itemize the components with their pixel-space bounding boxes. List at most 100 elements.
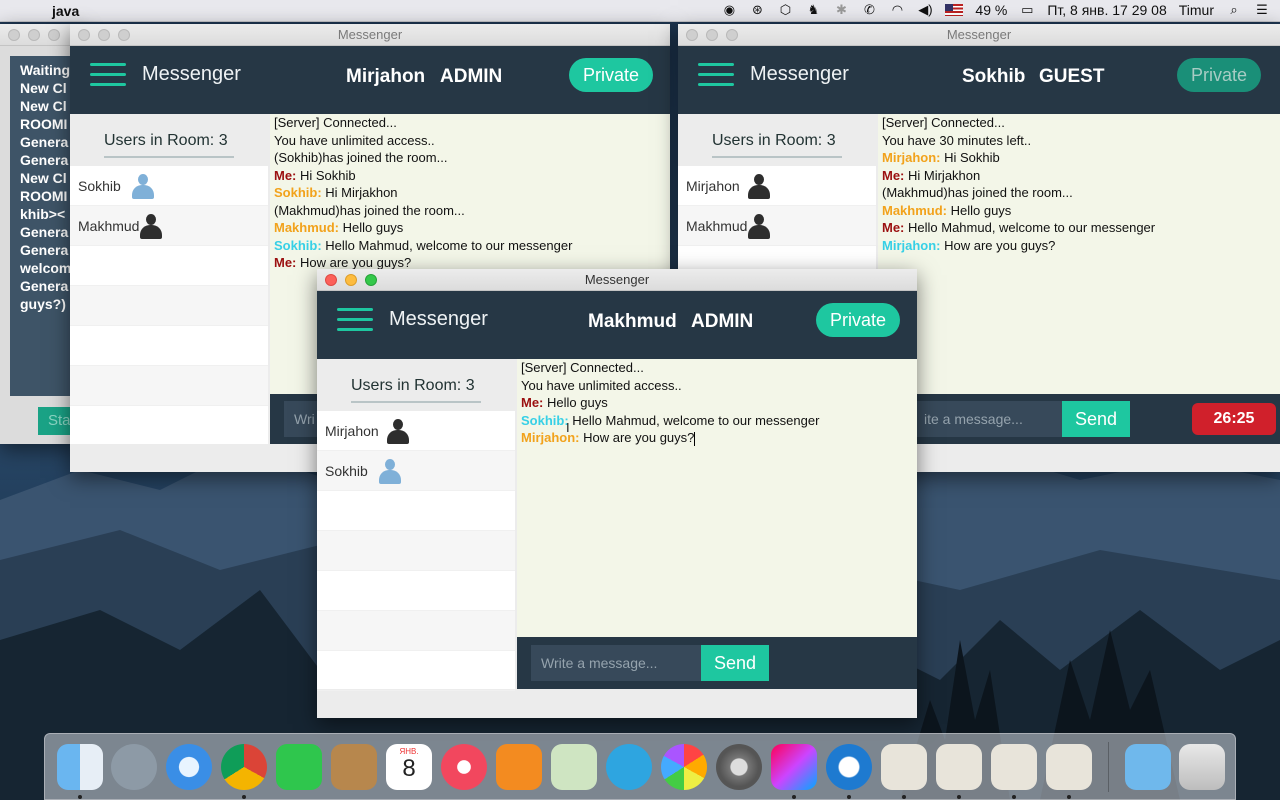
composer-bar: Write a message... Send (517, 637, 917, 689)
user-list-item[interactable]: Sokhib (317, 451, 515, 491)
close-icon[interactable] (325, 274, 337, 286)
chat-message: Sokhib: Hi Mirjakhon (274, 185, 398, 200)
chat-message: Mirjahon: Hi Sokhib (882, 150, 1000, 165)
telegram-icon[interactable] (606, 744, 652, 790)
search-icon[interactable]: ⌕ (1226, 3, 1242, 17)
itunes-icon[interactable] (441, 744, 487, 790)
menu-icon[interactable] (90, 63, 126, 89)
zoom-icon[interactable] (118, 29, 130, 41)
console-line: ROOMI (20, 116, 68, 132)
console-line: Genera (20, 242, 69, 258)
console-titlebar (0, 24, 80, 46)
java-app-icon[interactable] (991, 744, 1037, 790)
minimize-icon[interactable] (706, 29, 718, 41)
battery-percent[interactable]: 49 % (975, 2, 1007, 18)
dock-divider (1108, 742, 1109, 792)
zoom-icon[interactable] (726, 29, 738, 41)
private-button[interactable]: Private (569, 58, 653, 92)
user-list-empty-row (317, 611, 515, 651)
private-button[interactable]: Private (816, 303, 900, 337)
safari-icon[interactable] (166, 744, 212, 790)
minimize-icon[interactable] (345, 274, 357, 286)
text-cursor-icon: I (566, 420, 570, 435)
message-input[interactable]: ite a message... (914, 401, 1062, 437)
chat-message: (Makhmud)has joined the room... (882, 185, 1073, 200)
chat-message: Sokhib: Hello Mahmud, welcome to our mes… (521, 412, 820, 428)
current-user-name: Sokhib (962, 66, 1026, 87)
users-in-room-label: Users in Room: 3 (712, 132, 836, 149)
zoom-icon[interactable] (365, 274, 377, 286)
java-app-icon[interactable] (936, 744, 982, 790)
dock: ЯНВ. 8 (44, 733, 1236, 800)
console-line: Genera (20, 278, 69, 294)
user-list-empty-row (317, 651, 515, 691)
minimize-icon[interactable] (98, 29, 110, 41)
menu-icon[interactable] (337, 308, 373, 334)
private-button[interactable]: Private (1177, 58, 1261, 92)
facetime-icon[interactable] (276, 744, 322, 790)
java-app-icon[interactable] (881, 744, 927, 790)
minimize-icon[interactable] (28, 29, 40, 41)
launchpad-icon[interactable] (111, 744, 157, 790)
console-start-button[interactable]: Sta (38, 407, 74, 435)
box-icon[interactable]: ⬡ (777, 3, 793, 17)
chat-message: [Server] Connected... (882, 115, 1005, 130)
us-flag-icon[interactable] (945, 4, 964, 16)
send-button[interactable]: Send (701, 645, 769, 681)
zoom-icon[interactable] (48, 29, 60, 41)
ibooks-icon[interactable] (496, 744, 542, 790)
menu-icon[interactable] (698, 63, 734, 89)
send-button[interactable]: Send (1062, 401, 1130, 437)
user-name[interactable]: Timur (1179, 2, 1214, 18)
user-list: Sokhib Makhmud (70, 166, 268, 406)
console-line: ROOMI (20, 188, 68, 204)
java-app-icon[interactable] (1046, 744, 1092, 790)
user-list-item[interactable]: Mirjahon (678, 166, 876, 206)
clock[interactable]: Пт, 8 янв. 17 29 08 (1047, 2, 1166, 18)
screen-record-icon[interactable]: ◉ (721, 3, 737, 17)
quicktime-icon[interactable] (826, 744, 872, 790)
bluetooth-icon[interactable]: ✱ (833, 3, 849, 17)
system-preferences-icon[interactable] (716, 744, 762, 790)
app-menu-name[interactable]: java (52, 3, 79, 19)
downloads-folder-icon[interactable] (1125, 744, 1171, 790)
current-user-name: Mirjahon (346, 66, 426, 87)
chat-message: Me: Hi Sokhib (274, 167, 356, 183)
photos-icon[interactable] (661, 744, 707, 790)
console-line: New Cl (20, 80, 67, 96)
chrome-icon[interactable] (221, 744, 267, 790)
window-title: Messenger (584, 272, 650, 287)
admin-avatar-icon (385, 418, 411, 444)
evernote-icon[interactable]: ♞ (805, 3, 821, 17)
message-input[interactable]: Write a message... (531, 645, 701, 681)
menu-bar: java ◉ ⊛ ⬡ ♞ ✱ ✆ ◠ ◀) 49 % ▭ Пт, 8 янв. … (0, 0, 1280, 22)
app-title: Messenger (142, 63, 241, 85)
close-icon[interactable] (686, 29, 698, 41)
user-list-empty-row (317, 531, 515, 571)
maps-icon[interactable] (551, 744, 597, 790)
console-line: Genera (20, 134, 69, 150)
volume-icon[interactable]: ◀) (917, 3, 933, 17)
user-list-item[interactable]: Makhmud (70, 206, 268, 246)
battery-charging-icon[interactable]: ▭ (1019, 3, 1035, 17)
calendar-icon[interactable]: ЯНВ. 8 (386, 744, 432, 790)
user-list-item[interactable]: Mirjahon (317, 411, 515, 451)
window-title: Messenger (946, 27, 1012, 42)
contacts-icon[interactable] (331, 744, 377, 790)
messenger-window-makhmud: Messenger Messenger Makhmud ADMIN Privat… (317, 269, 917, 718)
user-list-item[interactable]: Sokhib (70, 166, 268, 206)
room-label-underline (351, 401, 481, 403)
notification-list-icon[interactable]: ☰ (1254, 3, 1270, 17)
user-list-item[interactable]: Makhmud (678, 206, 876, 246)
current-user-role: ADMIN (440, 66, 503, 87)
users-sidebar: Users in Room: 3 Sokhib Makhmud (70, 114, 268, 444)
trash-icon[interactable] (1179, 744, 1225, 790)
close-icon[interactable] (8, 29, 20, 41)
window-controls (325, 274, 377, 286)
intellij-idea-icon[interactable] (771, 744, 817, 790)
close-icon[interactable] (78, 29, 90, 41)
steam-icon[interactable]: ⊛ (749, 3, 765, 17)
finder-icon[interactable] (57, 744, 103, 790)
wifi-icon[interactable]: ◠ (889, 3, 905, 17)
phone-icon[interactable]: ✆ (861, 3, 877, 17)
